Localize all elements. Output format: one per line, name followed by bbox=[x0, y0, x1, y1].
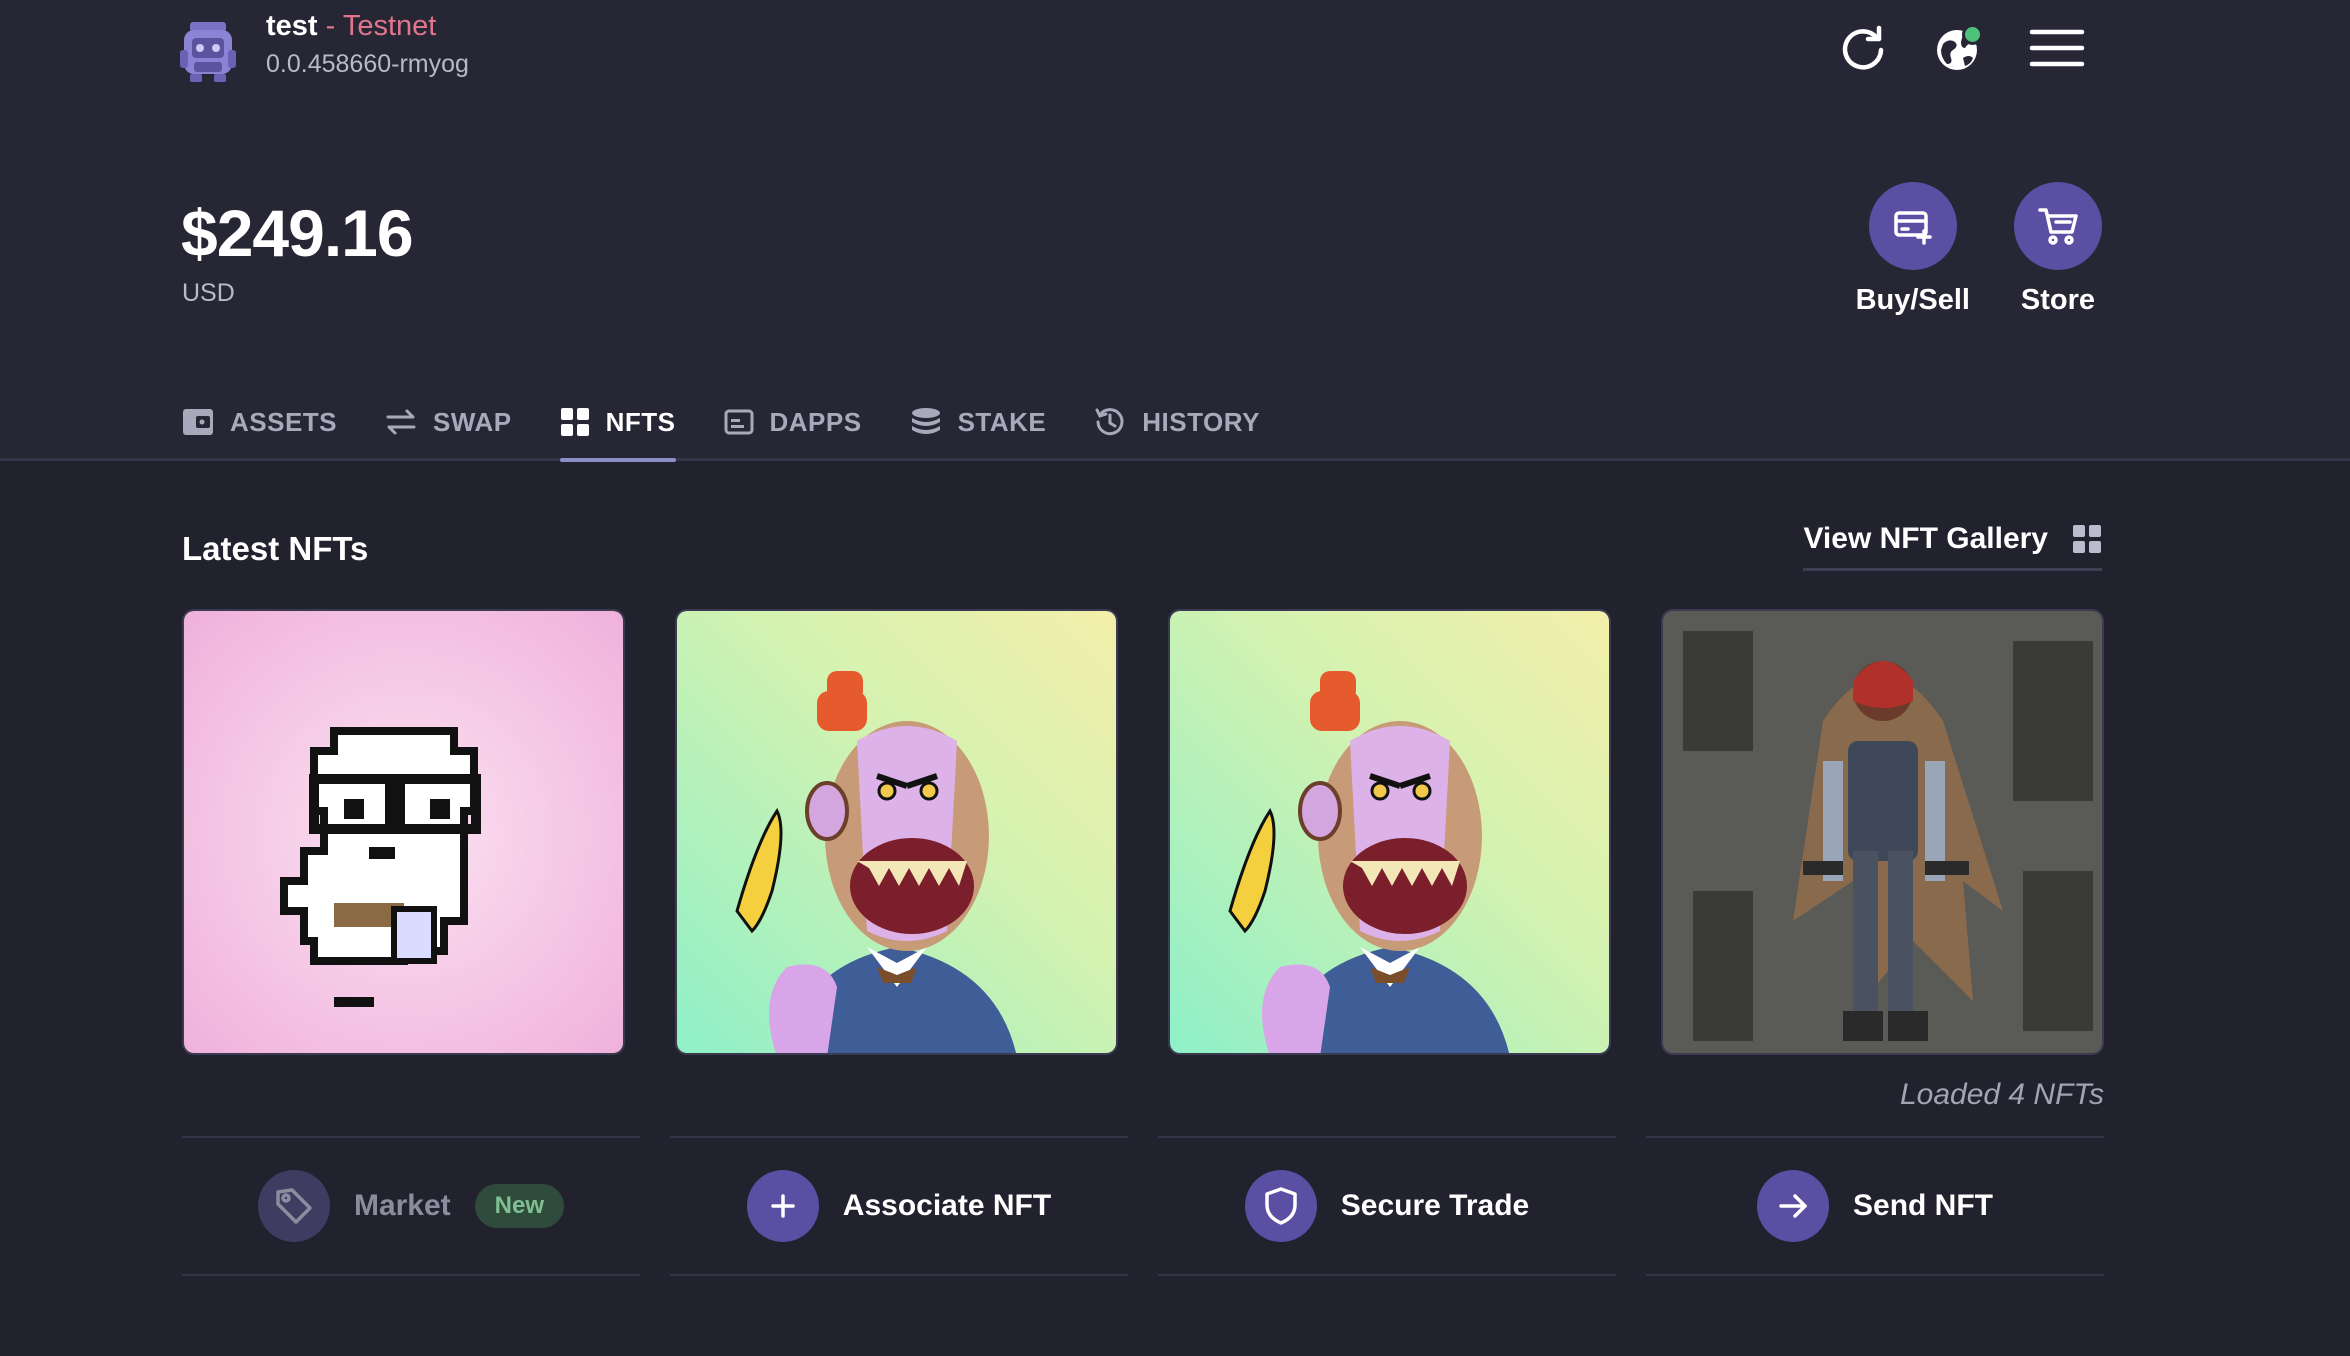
store-label: Store bbox=[2020, 284, 2096, 316]
card-plus-icon bbox=[1868, 182, 1957, 270]
buy-sell-label: Buy/Sell bbox=[1855, 284, 1970, 316]
cart-icon bbox=[2014, 182, 2102, 270]
new-badge: New bbox=[474, 1184, 565, 1228]
dapps-icon bbox=[724, 409, 753, 435]
secure-trade-button[interactable]: Secure Trade bbox=[1158, 1136, 1616, 1276]
account-name-line: test - Testnet bbox=[266, 8, 469, 44]
market-button[interactable]: Market New bbox=[182, 1136, 640, 1276]
tab-assets-label: ASSETS bbox=[230, 406, 338, 437]
balance-currency: USD bbox=[182, 279, 235, 307]
quick-actions: Buy/Sell Store bbox=[1856, 182, 2102, 317]
tab-swap[interactable]: SWAP bbox=[385, 398, 512, 446]
nft-image-ape bbox=[677, 611, 1116, 1053]
nft-image-ape bbox=[1170, 611, 1609, 1053]
stack-icon bbox=[911, 408, 940, 434]
send-nft-button[interactable]: Send NFT bbox=[1646, 1136, 2104, 1276]
network-separator: - bbox=[317, 10, 343, 42]
nft-card[interactable] bbox=[675, 609, 1118, 1055]
tab-assets[interactable]: ASSETS bbox=[182, 398, 337, 446]
nft-grid bbox=[182, 609, 2104, 1055]
tab-dapps[interactable]: DAPPS bbox=[724, 398, 862, 446]
tag-icon bbox=[257, 1170, 330, 1242]
tab-nfts[interactable]: NFTS bbox=[559, 398, 676, 462]
associate-nft-button[interactable]: Associate NFT bbox=[670, 1136, 1128, 1276]
refresh-icon[interactable] bbox=[1837, 22, 1889, 74]
section-title: Latest NFTs bbox=[182, 530, 369, 567]
nft-card[interactable] bbox=[1168, 609, 1611, 1055]
history-icon bbox=[1095, 408, 1124, 436]
nft-image-gunslinger bbox=[1663, 611, 2102, 1053]
nft-card[interactable] bbox=[182, 609, 625, 1055]
view-nft-gallery-label: View NFT Gallery bbox=[1803, 522, 2048, 555]
tab-history[interactable]: HISTORY bbox=[1094, 398, 1260, 446]
buy-sell-button[interactable]: Buy/Sell bbox=[1856, 182, 1970, 317]
swap-icon bbox=[386, 409, 416, 435]
tab-swap-label: SWAP bbox=[433, 406, 512, 437]
nft-actions: Market New Associate NFT Secure Trade Se… bbox=[182, 1136, 2104, 1276]
online-status-dot bbox=[1962, 24, 1983, 45]
main-tabs: ASSETS SWAP NFTS DAPPS STAKE HISTORY bbox=[182, 398, 1260, 462]
account-header[interactable]: test - Testnet 0.0.458660-rmyog bbox=[180, 8, 469, 84]
balance-amount: $249.16 bbox=[181, 196, 414, 270]
view-nft-gallery-link[interactable]: View NFT Gallery bbox=[1803, 522, 2102, 571]
wallet-icon bbox=[183, 409, 213, 435]
secure-trade-label: Secure Trade bbox=[1340, 1189, 1530, 1222]
store-button[interactable]: Store bbox=[2014, 182, 2102, 317]
tab-nfts-label: NFTS bbox=[605, 406, 676, 437]
nft-image-pixel-ghost bbox=[184, 611, 623, 1053]
nft-card[interactable] bbox=[1661, 609, 2104, 1055]
plus-icon bbox=[746, 1170, 819, 1242]
shield-icon bbox=[1244, 1170, 1317, 1242]
tab-history-label: HISTORY bbox=[1142, 406, 1260, 437]
tab-dapps-label: DAPPS bbox=[769, 406, 862, 437]
tab-stake-label: STAKE bbox=[957, 406, 1047, 437]
network-name: Testnet bbox=[342, 10, 437, 42]
market-label: Market bbox=[353, 1189, 451, 1222]
grid-icon bbox=[560, 408, 589, 436]
avatar bbox=[180, 18, 236, 84]
menu-icon[interactable] bbox=[2029, 22, 2085, 74]
account-id: 0.0.458660-rmyog bbox=[266, 50, 469, 78]
tab-stake[interactable]: STAKE bbox=[910, 398, 1047, 446]
grid-icon bbox=[2073, 525, 2101, 553]
associate-nft-label: Associate NFT bbox=[842, 1189, 1052, 1222]
account-name: test bbox=[266, 10, 318, 42]
globe-icon[interactable] bbox=[1933, 22, 1985, 74]
arrow-right-icon bbox=[1757, 1170, 1829, 1242]
header-icons bbox=[1837, 22, 2085, 74]
send-nft-label: Send NFT bbox=[1853, 1189, 1993, 1222]
tabbar-divider bbox=[0, 458, 2350, 461]
loaded-count: Loaded 4 NFTs bbox=[1899, 1078, 2104, 1111]
